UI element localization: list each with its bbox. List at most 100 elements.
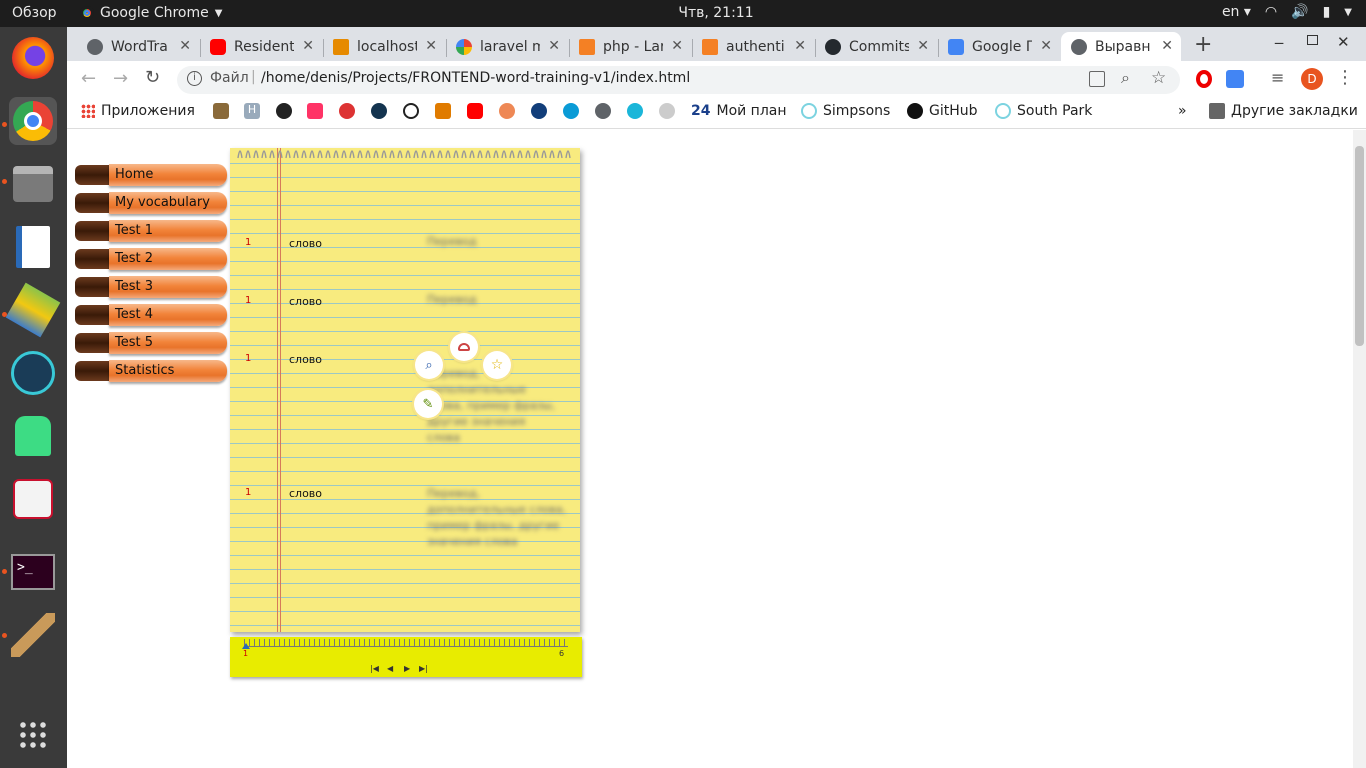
favorite-button[interactable]: ☆ — [483, 351, 511, 379]
paint-icon[interactable] — [9, 611, 57, 659]
bookmark-1[interactable] — [213, 103, 229, 119]
page-scrollbar[interactable] — [1353, 130, 1366, 768]
close-icon[interactable]: ✕ — [425, 38, 437, 54]
netbeans-icon[interactable] — [5, 282, 61, 338]
bookmark-10[interactable] — [499, 103, 515, 119]
menu-test-4[interactable]: Test 4 — [75, 304, 227, 326]
minimize-icon[interactable]: ‒ — [1274, 33, 1284, 52]
last-page-icon[interactable]: ▶| — [419, 664, 428, 673]
tab-8-active[interactable]: Выравн ✕ — [1061, 32, 1181, 61]
bookmark-2[interactable]: H — [244, 103, 260, 119]
bookmark-8[interactable] — [435, 103, 451, 119]
close-icon[interactable]: ✕ — [1161, 38, 1173, 54]
close-icon[interactable]: ✕ — [302, 38, 314, 54]
gitkraken-icon[interactable] — [9, 349, 57, 397]
pdf-reader-icon[interactable] — [9, 475, 57, 523]
libreoffice-writer-icon[interactable] — [9, 223, 57, 271]
wifi-icon[interactable]: ◠ — [1265, 4, 1277, 20]
close-window-icon[interactable]: ✕ — [1337, 33, 1350, 51]
system-menu-chevron-icon[interactable]: ▼ — [1344, 7, 1352, 18]
close-icon[interactable]: ✕ — [917, 38, 929, 54]
menu-test-3[interactable]: Test 3 — [75, 276, 227, 298]
bookmark-14[interactable] — [627, 103, 643, 119]
menu-statistics[interactable]: Statistics — [75, 360, 227, 382]
zoom-icon[interactable]: ⌕ — [1121, 68, 1130, 88]
hidden-translation[interactable]: Перевод — [427, 292, 577, 308]
bookmark-star-icon[interactable]: ☆ — [1151, 68, 1166, 88]
bookmark-github[interactable]: GitHub — [907, 103, 978, 119]
tab-2[interactable]: localhost ✕ — [323, 32, 445, 61]
menu-test-1[interactable]: Test 1 — [75, 220, 227, 242]
scrollbar-thumb[interactable] — [1355, 146, 1364, 346]
maximize-icon[interactable] — [1307, 35, 1318, 45]
word-text[interactable]: слово — [289, 487, 322, 500]
hidden-translation[interactable]: Перевод, дополнительные слова, пример фр… — [427, 486, 567, 550]
close-icon[interactable]: ✕ — [671, 38, 683, 54]
chrome-dock-icon[interactable] — [9, 97, 57, 145]
bookmark-11[interactable] — [531, 103, 547, 119]
reload-icon[interactable]: ↻ — [145, 67, 160, 88]
bookmark-simpsons[interactable]: Simpsons — [801, 103, 890, 119]
first-page-icon[interactable]: |◀ — [370, 664, 379, 673]
word-text[interactable]: слово — [289, 295, 322, 308]
search-button[interactable]: ⌕ — [415, 351, 443, 379]
google-translate-extension-icon[interactable] — [1226, 70, 1244, 88]
bookmark-3[interactable] — [276, 103, 292, 119]
word-text[interactable]: слово — [289, 353, 322, 366]
translate-icon[interactable] — [1089, 71, 1105, 87]
tab-6[interactable]: Commits ✕ — [815, 32, 937, 61]
volume-icon[interactable]: 🔊 — [1291, 4, 1308, 20]
close-icon[interactable]: ✕ — [794, 38, 806, 54]
clock[interactable]: Чтв, 21:11 — [0, 5, 1366, 21]
bookmark-apps[interactable]: Приложения — [81, 103, 195, 119]
bookmark-4[interactable] — [307, 103, 323, 119]
address-bar[interactable]: i Файл | /home/denis/Projects/FRONTEND-w… — [177, 66, 1180, 94]
bookmark-15[interactable] — [659, 103, 675, 119]
tab-7[interactable]: Google Г ✕ — [938, 32, 1060, 61]
back-icon[interactable]: ← — [81, 68, 96, 89]
prev-page-icon[interactable]: ◀ — [387, 664, 393, 673]
battery-icon[interactable]: ▮ — [1323, 4, 1331, 20]
bookmark-my-plan[interactable]: 24 Мой план — [691, 103, 787, 119]
terminal-icon[interactable]: >_ — [9, 548, 57, 596]
menu-my-vocabulary[interactable]: My vocabulary — [75, 192, 227, 214]
bookmark-6[interactable] — [371, 103, 387, 119]
next-page-icon[interactable]: ▶ — [404, 664, 410, 673]
tab-0[interactable]: WordTra ✕ — [77, 32, 199, 61]
menu-test-2[interactable]: Test 2 — [75, 248, 227, 270]
menu-test-5[interactable]: Test 5 — [75, 332, 227, 354]
tab-3[interactable]: laravel m ✕ — [446, 32, 568, 61]
firefox-icon[interactable] — [9, 34, 57, 82]
url-text[interactable]: /home/denis/Projects/FRONTEND-word-train… — [261, 70, 690, 86]
menu-home[interactable]: Home — [75, 164, 227, 186]
close-icon[interactable]: ✕ — [179, 38, 191, 54]
files-icon[interactable] — [9, 160, 57, 208]
language-indicator[interactable]: en ▾ — [1222, 4, 1251, 20]
bookmarks-overflow-button[interactable]: » — [1178, 103, 1187, 119]
edit-button[interactable]: ✎ — [414, 390, 442, 418]
tab-4[interactable]: php - Lar ✕ — [569, 32, 691, 61]
android-studio-icon[interactable] — [9, 412, 57, 460]
info-icon[interactable]: i — [187, 71, 202, 86]
avatar[interactable]: D — [1301, 68, 1323, 90]
bookmark-12[interactable] — [563, 103, 579, 119]
bookmark-5[interactable] — [339, 103, 355, 119]
youtube-bookmark[interactable] — [467, 103, 483, 119]
media-control-icon[interactable]: ≡ — [1271, 68, 1284, 87]
show-applications-icon[interactable] — [9, 711, 57, 759]
bookmark-13[interactable] — [595, 103, 611, 119]
menu-kebab-icon[interactable]: ⋮ — [1336, 67, 1354, 88]
bookmark-other[interactable]: Другие закладки — [1209, 103, 1358, 119]
tab-1[interactable]: Resident ✕ — [200, 32, 322, 61]
tab-5[interactable]: authenti ✕ — [692, 32, 814, 61]
new-tab-button[interactable]: + — [1194, 32, 1212, 57]
bookmark-7[interactable] — [403, 103, 419, 119]
hidden-translation[interactable]: Перевод — [427, 234, 577, 250]
hint-button[interactable] — [450, 333, 478, 361]
word-text[interactable]: слово — [289, 237, 322, 250]
opera-extension-icon[interactable] — [1196, 70, 1212, 88]
bookmark-south-park[interactable]: South Park — [995, 103, 1092, 119]
close-icon[interactable]: ✕ — [548, 38, 560, 54]
close-icon[interactable]: ✕ — [1040, 38, 1052, 54]
forward-icon[interactable]: → — [113, 68, 128, 89]
